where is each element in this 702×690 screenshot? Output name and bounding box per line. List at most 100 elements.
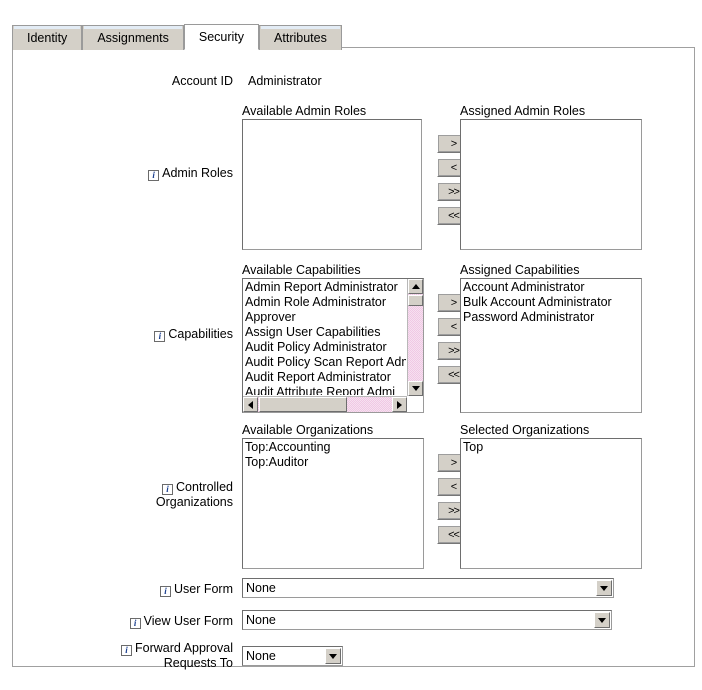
- capabilities-label-text: Capabilities: [168, 327, 233, 341]
- forward-approval-select[interactable]: None: [242, 646, 343, 666]
- list-item[interactable]: Top:Auditor: [244, 455, 423, 470]
- view-user-form-label-wrap: i View User Form: [13, 614, 233, 629]
- forward-approval-label-line1: Forward Approval: [135, 641, 233, 655]
- controlled-organizations-label-line2: Organizations: [155, 495, 233, 509]
- account-id-label: Account ID: [171, 74, 233, 88]
- list-item[interactable]: Admin Role Administrator: [244, 295, 406, 310]
- chevron-down-icon[interactable]: [325, 648, 341, 664]
- controlled-organizations-label-wrap: i Controlled Organizations: [13, 480, 233, 510]
- list-item[interactable]: Approver: [244, 310, 406, 325]
- forward-approval-label-line2-wrap: Requests To: [13, 656, 233, 671]
- selected-organizations-caption: Selected Organizations: [460, 423, 590, 437]
- view-user-form-select[interactable]: None: [242, 610, 612, 630]
- vscroll-thumb[interactable]: [408, 295, 423, 306]
- available-organizations-listbox[interactable]: Top:Accounting Top:Auditor: [242, 438, 424, 569]
- list-item[interactable]: Top:Accounting: [244, 440, 423, 455]
- user-form-label: i User Form: [159, 582, 233, 597]
- tab-attributes[interactable]: Attributes: [259, 25, 342, 50]
- account-id-value-wrap: Administrator: [248, 74, 322, 89]
- hscroll-thumb[interactable]: [259, 397, 347, 412]
- security-form-panel: Account ID Administrator i Admin Roles Av…: [12, 47, 695, 670]
- scroll-right-icon: [397, 400, 402, 409]
- controlled-organizations-label: i Controlled: [13, 480, 233, 495]
- assigned-capabilities-group: Assigned Capabilities Account Administra…: [460, 263, 642, 413]
- scroll-up-icon: [411, 284, 420, 289]
- scroll-down-icon: [411, 386, 420, 391]
- available-admin-roles-group: Available Admin Roles: [242, 104, 422, 250]
- available-organizations-group: Available Organizations Top:Accounting To…: [242, 423, 424, 569]
- capabilities-label: i Capabilities: [154, 327, 233, 342]
- info-icon[interactable]: i: [121, 645, 133, 656]
- list-item[interactable]: Assign User Capabilities: [244, 325, 406, 340]
- available-organizations-items: Top:Accounting Top:Auditor: [244, 440, 423, 568]
- info-icon[interactable]: i: [159, 586, 171, 597]
- info-icon[interactable]: i: [148, 170, 160, 181]
- controlled-organizations-label-line1: Controlled: [176, 480, 233, 494]
- list-item[interactable]: Audit Report Administrator: [244, 370, 406, 385]
- view-user-form-label: i View User Form: [129, 614, 233, 629]
- user-form-value: None: [246, 581, 276, 595]
- forward-approval-label-wrap: i Forward Approval Requests To: [13, 641, 233, 671]
- assigned-admin-roles-listbox[interactable]: [460, 119, 642, 250]
- account-id-label-wrap: Account ID: [13, 74, 233, 89]
- available-organizations-caption: Available Organizations: [242, 423, 374, 437]
- available-admin-roles-items: [244, 121, 421, 249]
- chevron-down-icon[interactable]: [594, 612, 610, 628]
- selected-organizations-listbox[interactable]: Top: [460, 438, 642, 569]
- list-item[interactable]: Password Administrator: [462, 310, 641, 325]
- scroll-left-icon: [248, 400, 253, 409]
- forward-approval-value: None: [246, 649, 276, 663]
- view-user-form-value: None: [246, 613, 276, 627]
- tab-identity[interactable]: Identity: [12, 25, 83, 50]
- scroll-down-button[interactable]: [408, 381, 423, 396]
- info-icon[interactable]: i: [129, 618, 141, 629]
- available-capabilities-group: Available Capabilities Admin Report Admi…: [242, 263, 424, 413]
- scroll-up-button[interactable]: [408, 279, 423, 294]
- selected-organizations-group: Selected Organizations Top: [460, 423, 642, 569]
- available-admin-roles-listbox[interactable]: [242, 119, 422, 250]
- assigned-admin-roles-caption: Assigned Admin Roles: [460, 104, 586, 118]
- forward-approval-label-line2: Requests To: [163, 656, 233, 670]
- list-item[interactable]: Bulk Account Administrator: [462, 295, 641, 310]
- user-form-label-text: User Form: [173, 582, 233, 596]
- tab-attributes-label: Attributes: [274, 31, 327, 45]
- list-item[interactable]: Top: [462, 440, 641, 455]
- assigned-capabilities-items: Account Administrator Bulk Account Admini…: [462, 280, 641, 412]
- account-id-value: Administrator: [248, 74, 322, 88]
- list-item[interactable]: Audit Policy Scan Report Adm: [244, 355, 406, 370]
- scroll-left-button[interactable]: [243, 397, 258, 412]
- view-user-form-label-text: View User Form: [143, 614, 233, 628]
- admin-roles-label-wrap: i Admin Roles: [13, 166, 233, 181]
- user-form-select[interactable]: None: [242, 578, 614, 598]
- list-item[interactable]: Audit Attribute Report Admi: [244, 385, 406, 395]
- available-capabilities-listbox[interactable]: Admin Report Administrator Admin Role Adm…: [242, 278, 424, 413]
- available-capabilities-hscrollbar[interactable]: [243, 396, 407, 412]
- assigned-capabilities-listbox[interactable]: Account Administrator Bulk Account Admini…: [460, 278, 642, 413]
- tab-security-label: Security: [198, 30, 245, 44]
- admin-roles-label-text: Admin Roles: [162, 166, 233, 180]
- chevron-down-icon[interactable]: [596, 580, 612, 596]
- user-form-label-wrap: i User Form: [13, 582, 233, 597]
- capabilities-label-wrap: i Capabilities: [13, 327, 233, 342]
- info-icon[interactable]: i: [162, 484, 174, 495]
- tab-assignments-label: Assignments: [97, 31, 169, 45]
- forward-approval-label: i Forward Approval: [13, 641, 233, 656]
- available-capabilities-items: Admin Report Administrator Admin Role Adm…: [244, 280, 406, 395]
- selected-organizations-items: Top: [462, 440, 641, 568]
- list-item[interactable]: Admin Report Administrator: [244, 280, 406, 295]
- available-admin-roles-caption: Available Admin Roles: [242, 104, 367, 118]
- controlled-organizations-label-line2-wrap: Organizations: [13, 495, 233, 510]
- available-capabilities-vscrollbar[interactable]: [407, 279, 423, 396]
- list-item[interactable]: Audit Policy Administrator: [244, 340, 406, 355]
- assigned-capabilities-caption: Assigned Capabilities: [460, 263, 580, 277]
- scroll-right-button[interactable]: [392, 397, 407, 412]
- assigned-admin-roles-items: [462, 121, 641, 249]
- available-capabilities-caption: Available Capabilities: [242, 263, 361, 277]
- assigned-admin-roles-group: Assigned Admin Roles: [460, 104, 642, 250]
- info-icon[interactable]: i: [154, 331, 166, 342]
- tab-security[interactable]: Security: [183, 24, 260, 50]
- tab-identity-label: Identity: [27, 31, 68, 45]
- admin-roles-label: i Admin Roles: [148, 166, 233, 181]
- tab-assignments[interactable]: Assignments: [82, 25, 184, 50]
- list-item[interactable]: Account Administrator: [462, 280, 641, 295]
